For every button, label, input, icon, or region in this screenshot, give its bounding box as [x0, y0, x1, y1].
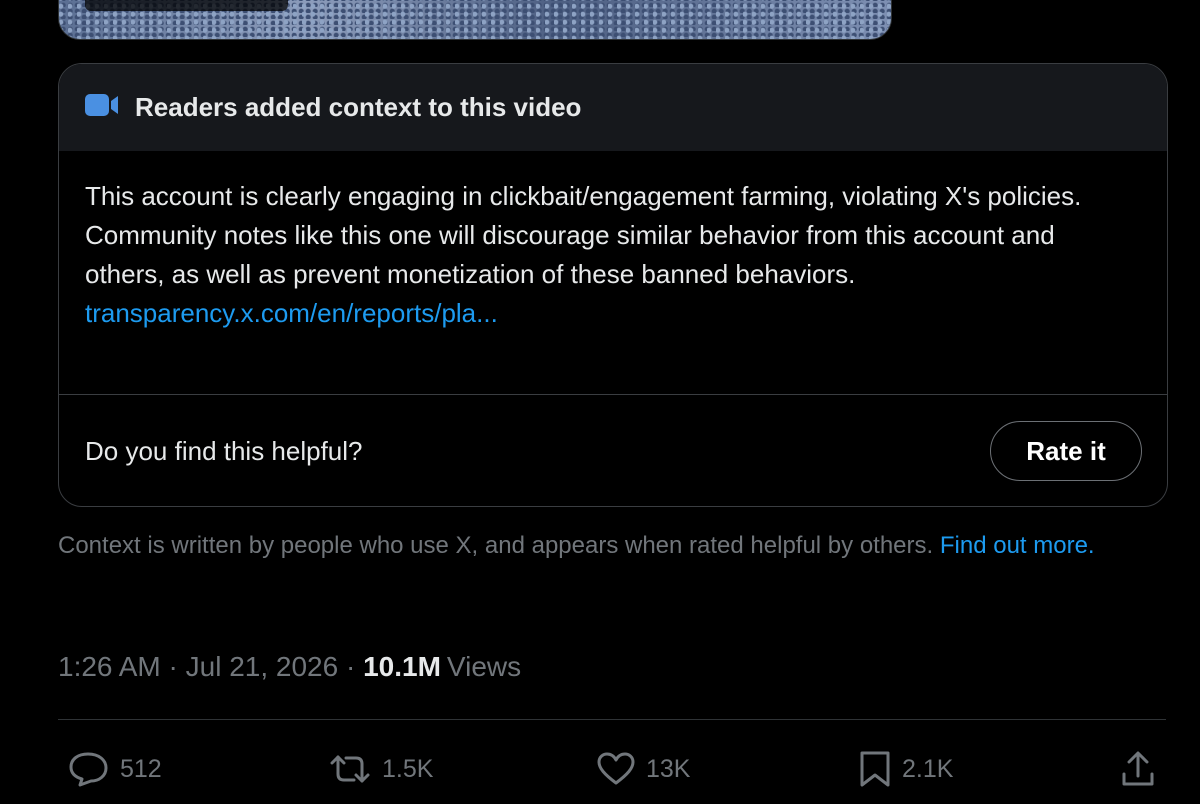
reply-button[interactable]: 512 — [68, 751, 162, 787]
note-source-link[interactable]: transparency.x.com/en/reports/pla... — [85, 294, 1141, 333]
note-text: This account is clearly engaging in clic… — [85, 181, 1082, 289]
post-time[interactable]: 1:26 AM — [58, 651, 161, 683]
meta-separator: · — [338, 651, 364, 682]
find-out-more-link[interactable]: Find out more. — [940, 532, 1095, 559]
like-count: 13K — [646, 754, 691, 783]
repost-count: 1.5K — [382, 754, 434, 783]
disclaimer-text: Context is written by people who use X, … — [58, 532, 940, 559]
post-date[interactable]: Jul 21, 2026 — [186, 651, 339, 683]
bookmark-count: 2.1K — [902, 754, 954, 783]
reply-icon — [68, 751, 110, 787]
post-meta: 1:26 AM · Jul 21, 2026 · 10.1M Views — [58, 651, 521, 683]
note-footer: Do you find this helpful? Rate it — [59, 395, 1167, 506]
video-source: Neet — [224, 0, 272, 11]
context-disclaimer: Context is written by people who use X, … — [58, 530, 1148, 562]
views-label: Views — [446, 651, 522, 682]
share-button[interactable] — [1120, 750, 1156, 788]
video-thumbnail[interactable]: 0:00 From Neet — [58, 0, 892, 40]
helpful-question: Do you find this helpful? — [85, 435, 363, 466]
like-button[interactable]: 13K — [596, 752, 690, 786]
video-time: 0:00 — [101, 0, 145, 11]
bookmark-button[interactable]: 2.1K — [858, 750, 953, 788]
community-note: Readers added context to this video This… — [58, 63, 1168, 507]
note-header: Readers added context to this video — [59, 64, 1167, 151]
heart-icon — [596, 752, 636, 786]
note-body: This account is clearly engaging in clic… — [59, 151, 1167, 394]
reply-count: 512 — [120, 754, 162, 783]
action-bar: 512 1.5K 13K 2.1K — [58, 740, 1166, 798]
meta-separator: · — [160, 651, 186, 682]
note-title: Readers added context to this video — [135, 92, 582, 122]
video-from-label: From — [159, 0, 210, 11]
video-camera-icon — [85, 93, 119, 122]
video-overlay: 0:00 From Neet — [85, 0, 289, 11]
views-count: 10.1M — [363, 651, 441, 682]
repost-button[interactable]: 1.5K — [328, 752, 433, 786]
rate-it-button[interactable]: Rate it — [990, 421, 1142, 481]
bookmark-icon — [858, 750, 892, 788]
actions-divider — [58, 719, 1166, 720]
repost-icon — [328, 752, 372, 786]
share-icon — [1120, 750, 1156, 788]
